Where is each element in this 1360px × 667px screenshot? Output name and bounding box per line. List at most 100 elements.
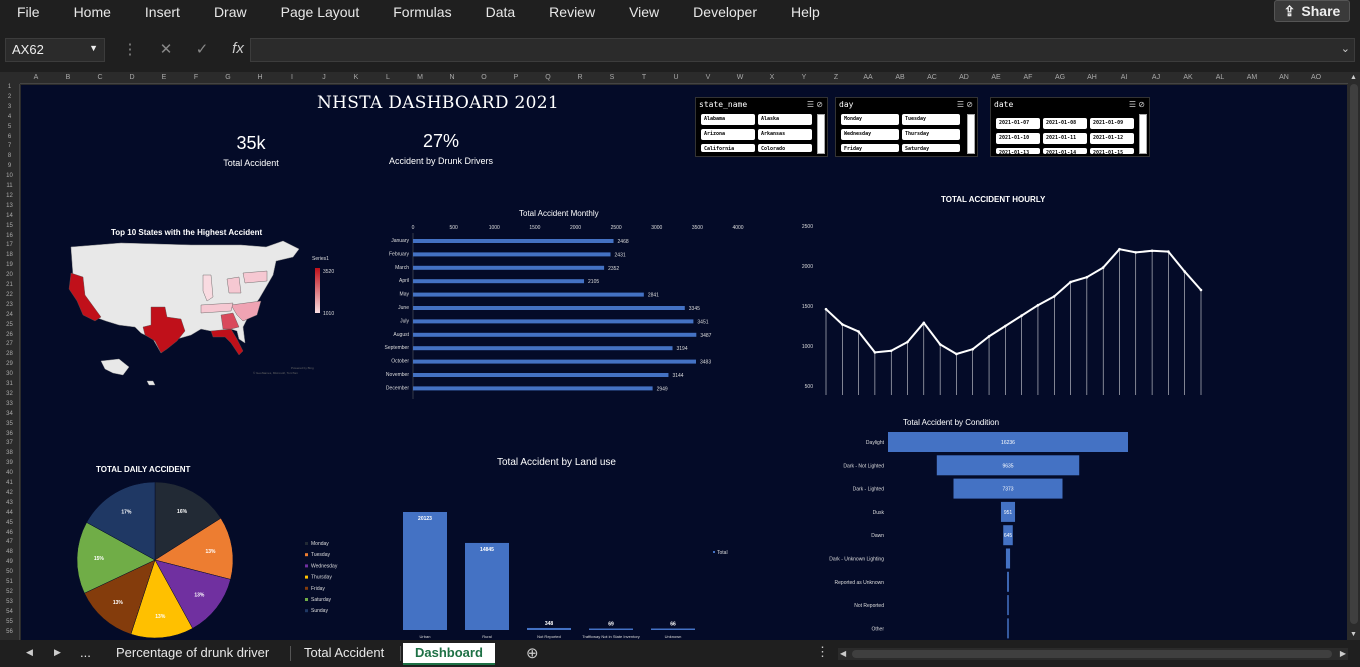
scroll-thumb[interactable]: [1350, 84, 1358, 624]
name-box[interactable]: AX62 ▼: [5, 38, 105, 62]
bar[interactable]: [403, 512, 447, 630]
row-header[interactable]: 23: [0, 302, 19, 308]
row-header[interactable]: 14: [0, 213, 19, 219]
slicer-item[interactable]: Arizona: [701, 129, 755, 140]
slicer-item[interactable]: 2021-01-14: [1043, 148, 1087, 154]
row-header[interactable]: 29: [0, 361, 19, 367]
share-button[interactable]: ⇪ Share: [1274, 0, 1350, 22]
slicer-item[interactable]: Saturday: [902, 144, 960, 152]
slicer-item[interactable]: Arkansas: [758, 129, 812, 140]
bar[interactable]: [527, 627, 571, 630]
column-header[interactable]: M: [404, 74, 436, 81]
column-header[interactable]: Y: [788, 74, 820, 81]
slicer-item[interactable]: 2021-01-13: [996, 148, 1040, 154]
row-header[interactable]: 21: [0, 282, 19, 288]
row-header[interactable]: 34: [0, 411, 19, 417]
row-header[interactable]: 31: [0, 381, 19, 387]
column-header[interactable]: AH: [1076, 74, 1108, 81]
column-header[interactable]: AN: [1268, 74, 1300, 81]
daily-pie-chart[interactable]: 16% 13% 13% 13% 13% 15% 17% Monday Tuesday Wednes…: [71, 475, 371, 640]
bar[interactable]: [413, 292, 644, 297]
data-point[interactable]: [1004, 324, 1007, 328]
row-header[interactable]: 50: [0, 569, 19, 575]
row-header[interactable]: 40: [0, 470, 19, 476]
row-header[interactable]: 55: [0, 619, 19, 625]
column-header[interactable]: E: [148, 74, 180, 81]
column-header[interactable]: AC: [916, 74, 948, 81]
row-header[interactable]: 53: [0, 599, 19, 605]
data-point[interactable]: [1020, 314, 1023, 317]
slicer-item[interactable]: Tuesday: [902, 114, 960, 125]
data-point[interactable]: [1150, 249, 1154, 253]
scroll-down-icon[interactable]: ▼: [1350, 631, 1357, 638]
row-header[interactable]: 12: [0, 193, 19, 199]
row-header[interactable]: 41: [0, 480, 19, 486]
column-header[interactable]: J: [308, 74, 340, 81]
row-header[interactable]: 38: [0, 450, 19, 456]
bar[interactable]: [413, 346, 673, 351]
row-header[interactable]: 19: [0, 262, 19, 268]
expand-formula-icon[interactable]: ⌄: [1341, 42, 1350, 55]
column-header[interactable]: Q: [532, 74, 564, 81]
row-header[interactable]: 24: [0, 312, 19, 318]
row-header[interactable]: 2: [0, 94, 19, 100]
row-header[interactable]: 7: [0, 143, 19, 149]
slicer-item[interactable]: Alaska: [758, 114, 812, 125]
more-options-icon[interactable]: ⋮: [816, 644, 829, 660]
column-header[interactable]: AM: [1236, 74, 1268, 81]
clear-filter-icon[interactable]: ☰ ⊘: [807, 100, 823, 109]
landuse-bar-chart[interactable]: 20123 Urban 14845 Rural 348 Not Reported 69 Tra…: [391, 470, 741, 640]
column-header[interactable]: AI: [1108, 74, 1140, 81]
column-header[interactable]: C: [84, 74, 116, 81]
data-point[interactable]: [824, 307, 828, 311]
clear-filter-icon[interactable]: ☰ ⊘: [1129, 100, 1145, 109]
slicer-scrollbar[interactable]: [1139, 114, 1147, 154]
data-point[interactable]: [922, 321, 926, 325]
menu-draw[interactable]: Draw: [197, 0, 264, 26]
column-header[interactable]: A: [20, 74, 52, 81]
bar[interactable]: [413, 386, 653, 391]
slicer-item[interactable]: Alabama: [701, 114, 755, 125]
row-header[interactable]: 48: [0, 549, 19, 555]
column-header[interactable]: AJ: [1140, 74, 1172, 81]
column-header[interactable]: L: [372, 74, 404, 81]
horizontal-scrollbar[interactable]: ◀ ▶: [838, 648, 1348, 660]
bar[interactable]: [413, 332, 697, 337]
bar[interactable]: [413, 359, 696, 364]
slicer-item[interactable]: 2021-01-09: [1090, 118, 1134, 129]
data-point[interactable]: [1199, 288, 1203, 292]
tab-dashboard[interactable]: Dashboard: [403, 643, 495, 665]
data-point[interactable]: [906, 340, 909, 344]
hourly-line-chart[interactable]: 0500100015002000250000:00 am01:00 am02:0…: [781, 205, 1211, 395]
bar[interactable]: [651, 628, 695, 631]
row-header[interactable]: 11: [0, 183, 19, 189]
data-point[interactable]: [1085, 275, 1089, 279]
column-header[interactable]: AD: [948, 74, 980, 81]
column-header[interactable]: AO: [1300, 74, 1332, 81]
data-point[interactable]: [857, 330, 860, 333]
slicer-item[interactable]: Colorado: [758, 144, 812, 152]
prev-sheet-icon[interactable]: ◀: [26, 647, 33, 658]
column-header[interactable]: G: [212, 74, 244, 81]
row-header[interactable]: 6: [0, 134, 19, 140]
column-header[interactable]: X: [756, 74, 788, 81]
column-header[interactable]: W: [724, 74, 756, 81]
row-header[interactable]: 5: [0, 124, 19, 130]
slicer-item[interactable]: 2021-01-10: [996, 133, 1040, 144]
slicer-date[interactable]: date ☰ ⊘ 2021-01-07 2021-01-08 2021-01-0…: [990, 97, 1150, 157]
scroll-right-icon[interactable]: ▶: [1340, 649, 1346, 658]
column-header[interactable]: H: [244, 74, 276, 81]
row-header[interactable]: 36: [0, 431, 19, 437]
row-header[interactable]: 9: [0, 163, 19, 169]
row-header[interactable]: 49: [0, 559, 19, 565]
scroll-left-icon[interactable]: ◀: [840, 649, 846, 658]
data-point[interactable]: [1134, 251, 1138, 254]
slicer-state-name[interactable]: state_name ☰ ⊘ Alabama Alaska Arizona Ar…: [695, 97, 828, 157]
slicer-scrollbar[interactable]: [817, 114, 825, 154]
row-header[interactable]: 20: [0, 272, 19, 278]
column-header[interactable]: T: [628, 74, 660, 81]
column-header[interactable]: K: [340, 74, 372, 81]
enter-icon[interactable]: ✓: [184, 40, 220, 58]
row-header[interactable]: 33: [0, 401, 19, 407]
slicer-day[interactable]: day ☰ ⊘ Monday Tuesday Wednesday Thursda…: [835, 97, 978, 157]
